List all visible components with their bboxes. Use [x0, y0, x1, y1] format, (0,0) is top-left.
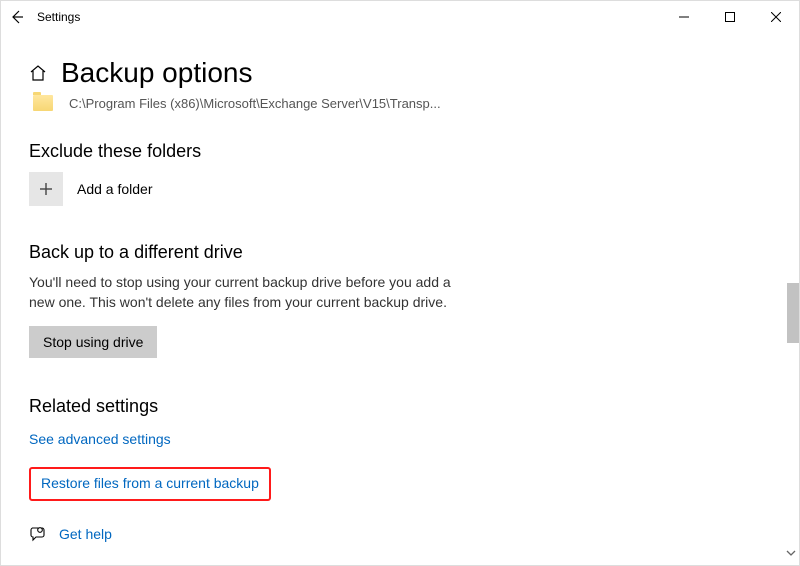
add-folder-button[interactable] [29, 172, 63, 206]
window-title: Settings [37, 10, 80, 24]
back-button[interactable] [9, 9, 25, 25]
home-icon[interactable] [29, 64, 47, 82]
content-area: Backup options C:\Program Files (x86)\Mi… [1, 33, 799, 565]
window-controls [661, 1, 799, 33]
folder-path: C:\Program Files (x86)\Microsoft\Exchang… [69, 96, 441, 111]
add-folder-row[interactable]: Add a folder [29, 172, 771, 206]
exclude-heading: Exclude these folders [29, 141, 771, 162]
restore-files-link[interactable]: Restore files from a current backup [41, 475, 259, 491]
page-title: Backup options [61, 57, 252, 89]
get-help-link[interactable]: Get help [59, 526, 112, 542]
get-help-row[interactable]: Get help [29, 525, 771, 543]
scroll-down-arrow[interactable] [785, 547, 797, 559]
maximize-button[interactable] [707, 1, 753, 33]
titlebar: Settings [1, 1, 799, 33]
close-button[interactable] [753, 1, 799, 33]
advanced-settings-link[interactable]: See advanced settings [29, 431, 171, 447]
stop-using-drive-button[interactable]: Stop using drive [29, 326, 157, 358]
related-settings-heading: Related settings [29, 396, 771, 417]
add-folder-label: Add a folder [77, 181, 153, 197]
minimize-button[interactable] [661, 1, 707, 33]
scrollbar-thumb[interactable] [787, 283, 799, 343]
plus-icon [38, 181, 54, 197]
folder-entry[interactable]: C:\Program Files (x86)\Microsoft\Exchang… [33, 95, 771, 111]
restore-link-highlight: Restore files from a current backup [29, 467, 271, 501]
different-drive-heading: Back up to a different drive [29, 242, 771, 263]
different-drive-description: You'll need to stop using your current b… [29, 273, 459, 312]
chat-help-icon [29, 525, 47, 543]
folder-icon [33, 95, 53, 111]
